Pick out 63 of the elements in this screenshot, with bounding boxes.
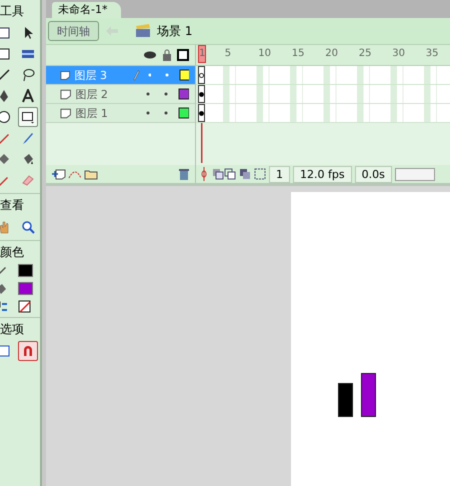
color-swatch[interactable] — [18, 264, 34, 278]
magnet-icon — [21, 344, 35, 358]
folder-icon[interactable] — [84, 168, 98, 180]
lock-icon[interactable] — [162, 49, 172, 61]
layer-icon — [60, 108, 72, 118]
frame-number: 25 — [358, 48, 372, 59]
eraser-icon — [21, 173, 35, 187]
layer-row[interactable]: 图层 2 — [46, 85, 195, 104]
center-frame-icon[interactable] — [199, 167, 209, 181]
keyframe-icon[interactable] — [198, 85, 205, 103]
gradient-icon — [21, 47, 35, 61]
dot-icon[interactable] — [164, 111, 168, 115]
dot-icon[interactable] — [146, 92, 150, 96]
brush-icon — [21, 131, 35, 145]
pencil-icon — [0, 131, 11, 145]
hand-icon — [0, 220, 11, 234]
dot-icon[interactable] — [146, 111, 150, 115]
layer-color-swatch[interactable] — [178, 107, 189, 119]
scrollbar[interactable] — [394, 168, 435, 180]
tool-button[interactable] — [18, 107, 38, 127]
layer-name: 图层 1 — [75, 106, 109, 120]
search-icon — [21, 220, 35, 234]
clapperboard-icon — [135, 24, 151, 38]
eye-icon[interactable] — [143, 50, 157, 60]
layer-row[interactable]: 图层 3 — [46, 66, 195, 85]
layer-icon — [60, 70, 70, 80]
frame-ruler[interactable]: 1 5 10 15 20 25 30 35 — [196, 45, 450, 66]
onion-outline-icon[interactable] — [239, 168, 251, 180]
line-icon — [0, 68, 11, 82]
frame-number: 30 — [392, 48, 406, 59]
document-tab[interactable]: 未命名-1* — [52, 2, 122, 18]
markers-icon[interactable] — [254, 168, 266, 180]
keyframe-icon[interactable] — [198, 66, 205, 84]
layer-name: 图层 2 — [75, 86, 109, 102]
lasso-icon — [21, 68, 35, 82]
playhead-line — [201, 123, 203, 163]
paint-bucket-icon — [21, 152, 35, 166]
layer-name: 图层 3 — [74, 68, 108, 82]
keyframe-icon[interactable] — [198, 104, 205, 122]
layer-color-swatch[interactable] — [178, 69, 189, 81]
layer-icon — [60, 88, 72, 100]
trash-icon[interactable] — [179, 168, 189, 180]
elapsed-time: 0.0s — [354, 166, 392, 182]
frame-number: 10 — [258, 48, 272, 59]
dot-icon[interactable] — [164, 92, 168, 96]
timeline-button[interactable]: 时间轴 — [48, 21, 99, 41]
frame-rate: 12.0 fps — [293, 166, 352, 182]
scene-label: 场景 1 — [157, 22, 192, 40]
frame-number: 20 — [325, 48, 338, 59]
outline-icon[interactable] — [177, 49, 189, 61]
no-color-icon — [18, 300, 32, 314]
frame-number: 15 — [292, 48, 305, 59]
text-a-icon — [21, 89, 35, 103]
frame-number: 35 — [426, 48, 439, 59]
frame-number: 5 — [224, 48, 232, 59]
onion-skin-icon[interactable] — [212, 168, 236, 180]
current-frame: 1 — [269, 166, 290, 182]
layer-row[interactable]: 图层 1 — [46, 104, 195, 123]
color-swatch[interactable] — [18, 282, 34, 296]
rectangle-icon — [21, 110, 35, 124]
panel-title: 工具 — [0, 3, 25, 20]
layer-color-swatch[interactable] — [178, 88, 189, 100]
add-layer-icon[interactable] — [52, 168, 66, 180]
